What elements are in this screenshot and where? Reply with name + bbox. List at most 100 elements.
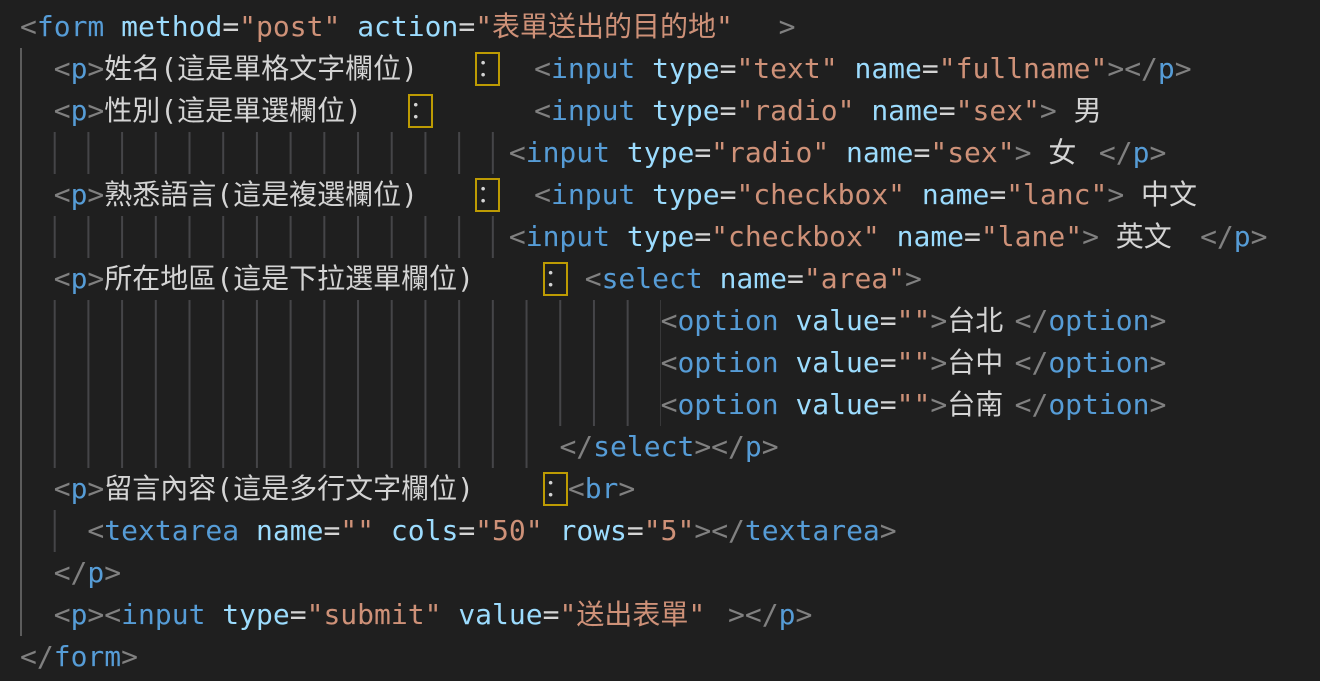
spacer	[635, 178, 652, 211]
text-content: 台北	[947, 300, 1014, 342]
tag-punctuation: >	[104, 556, 121, 589]
code-line[interactable]: <p>性別(這是單選欄位)： <input type="radio" name=…	[20, 90, 1320, 132]
string-value: ""	[897, 304, 931, 337]
tag-punctuation: <	[54, 178, 71, 211]
code-line[interactable]: <p><input type="submit" value="送出表單"></p…	[20, 594, 1320, 636]
equals-sign: =	[989, 178, 1006, 211]
tag-name: option	[1048, 388, 1149, 421]
spacer	[433, 94, 534, 127]
spacer	[880, 220, 897, 253]
tag-punctuation: >	[795, 598, 812, 631]
string-value: "checkbox"	[711, 220, 880, 253]
code-editor[interactable]: <form method="post" action="表單送出的目的地"><p…	[0, 0, 1320, 681]
equals-sign: =	[694, 220, 711, 253]
tag-name: p	[71, 472, 88, 505]
string-value: ""	[340, 514, 374, 547]
spacer	[104, 10, 121, 43]
attribute-name: value	[795, 388, 879, 421]
text-content: 留言內容(這是多行文字欄位)	[104, 468, 542, 510]
spacer	[829, 136, 846, 169]
spacer	[779, 304, 796, 337]
tag-punctuation: >	[930, 346, 947, 379]
spacer	[905, 178, 922, 211]
indent-guides	[20, 216, 509, 258]
tag-punctuation: >	[930, 304, 947, 337]
attribute-name: name	[922, 178, 989, 211]
tag-name: form	[37, 10, 104, 43]
code-line[interactable]: <p>所在地區(這是下拉選單欄位)： <select name="area">	[20, 258, 1320, 300]
code-line[interactable]: <form method="post" action="表單送出的目的地">	[20, 6, 1320, 48]
tag-punctuation: >	[87, 52, 104, 85]
unicode-highlight-colon: ：	[543, 262, 568, 296]
attribute-name: cols	[391, 514, 458, 547]
indent-guides	[20, 132, 509, 174]
code-line[interactable]: </select></p>	[20, 426, 1320, 468]
tag-name: p	[1158, 52, 1175, 85]
tag-punctuation: >	[728, 598, 745, 631]
unicode-highlight-colon: ：	[475, 52, 500, 86]
spacer	[610, 136, 627, 169]
tag-punctuation: >	[694, 514, 711, 547]
code-line[interactable]: <p>姓名(這是單格文字欄位)： <input type="text" name…	[20, 48, 1320, 90]
text-content: 所在地區(這是下拉選單欄位)	[104, 258, 542, 300]
code-line[interactable]: <textarea name="" cols="50" rows="5"></t…	[20, 510, 1320, 552]
code-line[interactable]: </p>	[20, 552, 1320, 594]
spacer	[543, 514, 560, 547]
tag-punctuation: >	[1015, 136, 1032, 169]
equals-sign: =	[880, 346, 897, 379]
tag-punctuation: <	[534, 178, 551, 211]
code-line[interactable]: <input type="radio" name="sex"> 女 </p>	[20, 132, 1320, 174]
equals-sign: =	[720, 94, 737, 127]
tag-name: p	[87, 556, 104, 589]
equals-sign: =	[964, 220, 981, 253]
string-value: "表單送出的目的地"	[475, 6, 778, 48]
tag-punctuation: >	[1149, 346, 1166, 379]
equals-sign: =	[458, 10, 475, 43]
string-value: "checkbox"	[736, 178, 905, 211]
tag-punctuation: >	[1149, 388, 1166, 421]
code-line[interactable]: <input type="checkbox" name="lane"> 英文 <…	[20, 216, 1320, 258]
tag-punctuation: </	[1099, 136, 1133, 169]
tag-punctuation: >	[1082, 220, 1099, 253]
equals-sign: =	[939, 94, 956, 127]
code-line[interactable]: <p>留言內容(這是多行文字欄位)：<br>	[20, 468, 1320, 510]
tag-punctuation: >	[87, 262, 104, 295]
tag-punctuation: <	[54, 598, 71, 631]
indent-guides	[20, 174, 54, 216]
tag-punctuation: >	[1040, 94, 1057, 127]
tag-punctuation: >	[1107, 178, 1124, 211]
equals-sign: =	[627, 514, 644, 547]
spacer	[205, 598, 222, 631]
tag-punctuation: >	[1251, 220, 1268, 253]
spacer	[340, 10, 357, 43]
attribute-name: type	[652, 94, 719, 127]
tag-name: textarea	[104, 514, 239, 547]
tag-punctuation: <	[568, 472, 585, 505]
code-line[interactable]: </form>	[20, 636, 1320, 678]
string-value: "radio"	[711, 136, 829, 169]
string-value: "fullname"	[939, 52, 1108, 85]
text-content: 熟悉語言(這是複選欄位)	[104, 174, 475, 216]
indent-guides	[20, 48, 54, 90]
attribute-name: value	[795, 304, 879, 337]
indent-guides	[20, 90, 54, 132]
tag-name: p	[71, 178, 88, 211]
attribute-name: name	[897, 220, 964, 253]
string-value: "5"	[644, 514, 695, 547]
attribute-name: type	[627, 220, 694, 253]
tag-name: select	[593, 430, 694, 463]
code-line[interactable]: <p>熟悉語言(這是複選欄位)： <input type="checkbox" …	[20, 174, 1320, 216]
equals-sign: =	[922, 52, 939, 85]
attribute-name: type	[627, 136, 694, 169]
equals-sign: =	[222, 10, 239, 43]
attribute-name: type	[652, 178, 719, 211]
unicode-highlight-colon: ：	[543, 472, 568, 506]
tag-punctuation: <	[54, 94, 71, 127]
indent-guides	[20, 510, 87, 552]
code-line[interactable]: <option value="">台中</option>	[20, 342, 1320, 384]
code-line[interactable]: <option value="">台南</option>	[20, 384, 1320, 426]
code-line[interactable]: <option value="">台北</option>	[20, 300, 1320, 342]
tag-punctuation: <	[661, 388, 678, 421]
tag-punctuation: >	[87, 94, 104, 127]
tag-punctuation: >	[762, 430, 779, 463]
